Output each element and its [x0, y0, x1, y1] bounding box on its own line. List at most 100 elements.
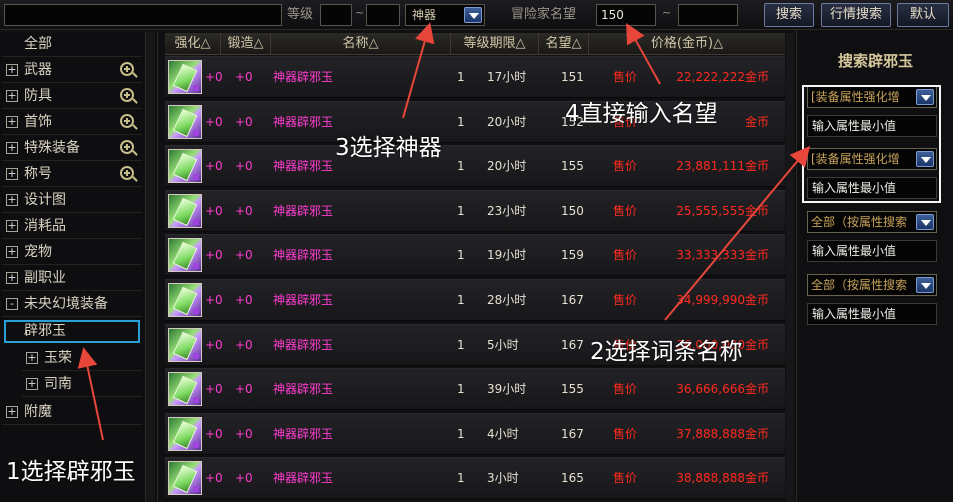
level-value: 1	[457, 248, 465, 263]
duration-value: 20小时	[487, 159, 527, 174]
duration-value: 23小时	[487, 203, 527, 218]
rarity-select[interactable]: 神器	[405, 4, 485, 26]
sidebar-item-label: 未央幻境装备	[24, 296, 108, 312]
sidebar-item-jewelry[interactable]: + 首饰	[2, 110, 142, 135]
col-fame-sort[interactable]: 名望△	[539, 33, 589, 55]
sidebar-item-sinan[interactable]: + 司南	[22, 372, 142, 397]
item-jade-icon[interactable]	[168, 461, 202, 496]
sidebar-item-weiyang-equipment[interactable]: - 未央幻境装备	[2, 292, 142, 317]
zoom-in-icon[interactable]	[120, 62, 134, 76]
expand-icon[interactable]: +	[6, 168, 18, 180]
annotation-step3: 3选择神器	[335, 135, 442, 161]
fame-value: 150	[561, 203, 584, 218]
expand-icon[interactable]: +	[6, 142, 18, 154]
sidebar-scrollbar[interactable]	[145, 32, 155, 502]
table-row[interactable]: +0 +0 神器辟邪玉 1 39小时 155 售价 36,666,666 金币	[165, 368, 785, 411]
sidebar-item-enchant[interactable]: + 附魔	[2, 400, 142, 425]
duration-value: 39小时	[487, 382, 527, 397]
col-level-duration-sort[interactable]: 等级期限△	[451, 33, 539, 55]
sell-label: 售价	[613, 471, 638, 486]
table-row[interactable]: +0 +0 神器辟邪玉 1 23小时 150 售价 25,555,555 金币	[165, 189, 785, 232]
expand-icon[interactable]: +	[26, 352, 38, 364]
sidebar-item-label: 设计图	[24, 192, 66, 208]
fame-max-input[interactable]	[678, 4, 738, 26]
sell-label: 售价	[613, 159, 638, 174]
sidebar-item-title[interactable]: + 称号	[2, 162, 142, 187]
coin-label: 金币	[745, 114, 770, 129]
sidebar-item-all[interactable]: 全部	[2, 32, 142, 57]
fame-min-input[interactable]: 150	[596, 4, 656, 26]
item-jade-icon[interactable]	[168, 416, 202, 451]
sidebar-item-label: 全部	[24, 36, 52, 52]
coin-label: 金币	[745, 293, 770, 307]
item-jade-icon[interactable]	[168, 238, 202, 273]
sidebar-item-subjob[interactable]: + 副职业	[2, 266, 142, 291]
sidebar-item-label: 副职业	[24, 270, 66, 286]
chevron-down-icon[interactable]	[916, 214, 934, 230]
default-button[interactable]: 默认	[897, 3, 949, 27]
level-max-input[interactable]	[366, 4, 400, 26]
sell-label: 售价	[613, 248, 638, 263]
table-row[interactable]: +0 +0 神器辟邪玉 1 4小时 167 售价 37,888,888 金币	[165, 412, 785, 455]
item-name-search-input[interactable]	[4, 4, 282, 26]
table-row[interactable]: +0 +0 神器辟邪玉 1 17小时 151 售价 22,222,222 金币	[165, 56, 785, 98]
item-jade-icon[interactable]	[168, 193, 202, 228]
item-jade-icon[interactable]	[168, 327, 202, 362]
sidebar-item-bixieyu-selected[interactable]: 辟邪玉	[4, 320, 140, 343]
forge-value: +0	[235, 114, 253, 129]
chevron-down-icon[interactable]	[464, 7, 482, 23]
sidebar-item-yurong[interactable]: + 玉荣	[22, 346, 142, 371]
sidebar-item-pet[interactable]: + 宠物	[2, 240, 142, 265]
expand-icon[interactable]: +	[26, 378, 38, 390]
expand-icon[interactable]: +	[6, 220, 18, 232]
col-name-sort[interactable]: 名称△	[271, 33, 451, 55]
attribute-min-input-3[interactable]: 输入属性最小值	[807, 240, 937, 262]
table-scrollbar[interactable]	[786, 33, 794, 502]
item-jade-icon[interactable]	[168, 60, 202, 94]
expand-icon[interactable]: +	[6, 90, 18, 102]
zoom-in-icon[interactable]	[120, 114, 134, 128]
sidebar-item-weapon[interactable]: + 武器	[2, 58, 142, 83]
duration-value: 3小时	[487, 471, 519, 486]
sidebar-item-armor[interactable]: + 防具	[2, 84, 142, 109]
chevron-down-icon[interactable]	[916, 277, 934, 293]
attribute-select-4[interactable]: 全部（按属性搜索	[807, 274, 937, 296]
col-forge-sort[interactable]: 锻造△	[221, 33, 271, 55]
coin-label: 金币	[745, 426, 770, 441]
expand-icon[interactable]: +	[6, 116, 18, 128]
item-jade-icon[interactable]	[168, 104, 202, 139]
sidebar-item-blueprint[interactable]: + 设计图	[2, 188, 142, 213]
table-row[interactable]: +0 +0 神器辟邪玉 1 28小时 167 售价 34,999,990 金币	[165, 279, 785, 321]
coin-label: 金币	[745, 248, 770, 263]
expand-icon[interactable]: +	[6, 246, 18, 258]
zoom-in-icon[interactable]	[120, 140, 134, 154]
item-jade-icon[interactable]	[168, 149, 202, 184]
attribute-select-3[interactable]: 全部（按属性搜索	[807, 211, 937, 233]
price-value: 37,888,888	[676, 426, 745, 441]
table-row[interactable]: +0 +0 神器辟邪玉 1 3小时 165 售价 38,888,888 金币	[165, 457, 785, 500]
item-jade-icon[interactable]	[168, 283, 202, 317]
attribute-min-input-4[interactable]: 输入属性最小值	[807, 303, 937, 325]
level-min-input[interactable]	[320, 4, 352, 26]
sidebar-item-label: 玉荣	[44, 350, 72, 366]
search-button[interactable]: 搜索	[764, 3, 814, 27]
expand-icon[interactable]: +	[6, 64, 18, 76]
item-name: 神器辟邪玉	[273, 426, 334, 441]
sidebar-item-special-equipment[interactable]: + 特殊装备	[2, 136, 142, 161]
table-row[interactable]: +0 +0 神器辟邪玉 1 19小时 159 售价 33,333,333 金币	[165, 234, 785, 277]
col-enhance-sort[interactable]: 强化△	[165, 33, 221, 55]
annotation-step1: 1选择辟邪玉	[6, 459, 136, 485]
price-value: 34,999,990	[676, 293, 745, 307]
expand-icon[interactable]: +	[6, 194, 18, 206]
market-search-button[interactable]: 行情搜索	[821, 3, 891, 27]
collapse-icon[interactable]: -	[6, 298, 18, 310]
sidebar-item-consumable[interactable]: + 消耗品	[2, 214, 142, 239]
item-jade-icon[interactable]	[168, 372, 202, 407]
zoom-in-icon[interactable]	[120, 166, 134, 180]
fame-label: 冒险家名望	[511, 7, 577, 22]
col-price-sort[interactable]: 价格(金币)△	[589, 33, 785, 55]
zoom-in-icon[interactable]	[120, 88, 134, 102]
table-row[interactable]: +0 +0 神器辟邪玉 1 20小时 155 售价 23,881,111 金币	[165, 145, 785, 188]
expand-icon[interactable]: +	[6, 406, 18, 418]
expand-icon[interactable]: +	[6, 272, 18, 284]
